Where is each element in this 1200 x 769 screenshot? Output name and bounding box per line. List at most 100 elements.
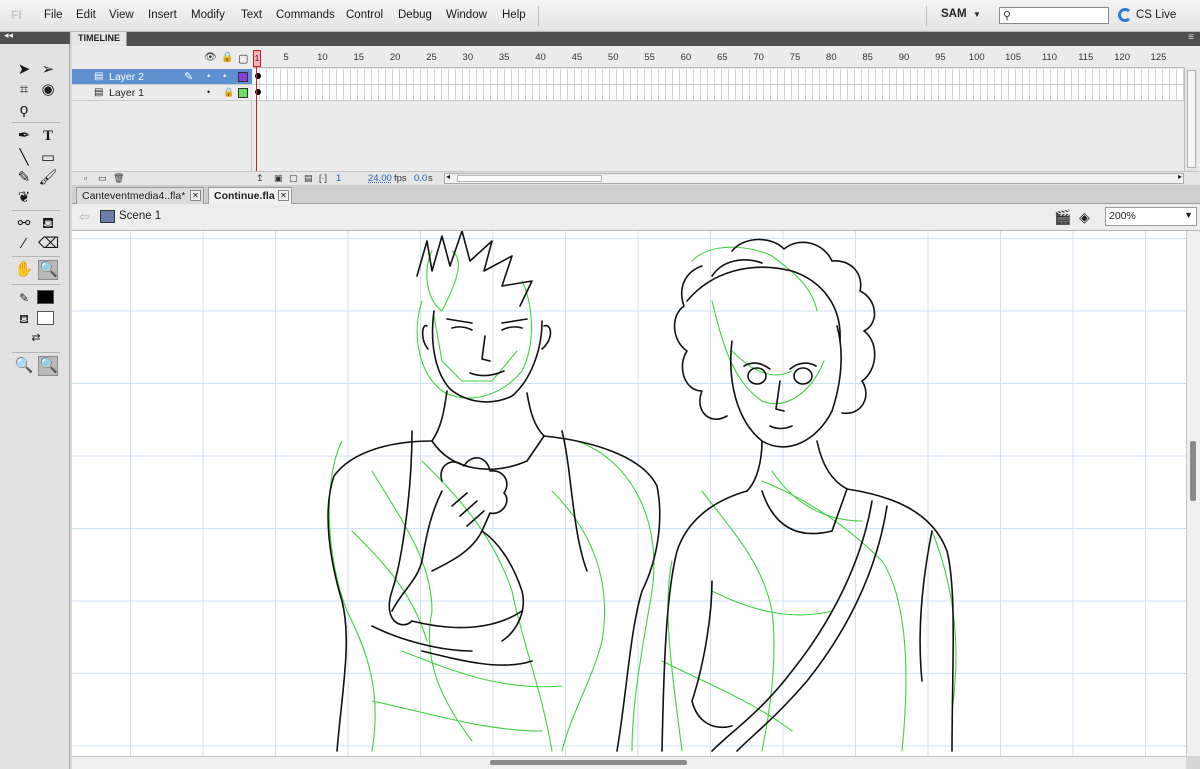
center-frame-icon[interactable]: ↥ bbox=[256, 173, 264, 184]
layer-label[interactable]: Layer 1 bbox=[109, 87, 144, 99]
hand-tool-icon[interactable]: ✋ bbox=[14, 260, 34, 280]
menu-view[interactable]: View bbox=[109, 9, 134, 21]
frame-ruler[interactable]: 5 10 15 20 25 30 35 40 45 50 55 60 65 70 75 80 85 90 95 100… bbox=[253, 48, 1185, 68]
close-icon[interactable]: ✕ bbox=[190, 190, 201, 201]
tools-divider bbox=[12, 256, 60, 257]
help-search-input[interactable]: ⚲ bbox=[999, 7, 1109, 24]
fill-color-swatch[interactable] bbox=[37, 311, 54, 325]
layer-name-cell[interactable]: ▤ Layer 2 ✎ • • bbox=[72, 69, 252, 85]
playhead[interactable]: 1 bbox=[253, 50, 261, 67]
lock-icon[interactable]: 🔒 bbox=[223, 87, 234, 98]
frame-number: 25 bbox=[426, 52, 437, 63]
free-transform-tool-icon[interactable]: ⌗ bbox=[14, 80, 34, 100]
layer-name-cell[interactable]: ▤ Layer 1 • 🔒 bbox=[72, 85, 252, 101]
paint-bucket-tool-icon[interactable]: ⛾ bbox=[38, 214, 58, 234]
layer-outline-color[interactable] bbox=[238, 88, 248, 98]
layer-label[interactable]: Layer 2 bbox=[109, 71, 144, 83]
layer-outline-color[interactable] bbox=[238, 72, 248, 82]
menu-window[interactable]: Window bbox=[446, 9, 487, 21]
lasso-tool-icon[interactable]: ϙ bbox=[14, 100, 34, 120]
edit-symbols-icon[interactable]: ◈ bbox=[1079, 209, 1090, 226]
tab-label: Canteventmedia4..fla* bbox=[82, 190, 186, 202]
layer-row[interactable]: ▤ Layer 1 • 🔒 bbox=[72, 85, 1185, 101]
eraser-tool-icon[interactable]: ⌫ bbox=[38, 234, 59, 254]
edit-multiple-frames-icon[interactable]: ▤ bbox=[304, 173, 313, 184]
menu-control[interactable]: Control bbox=[346, 9, 383, 21]
scroll-left-icon[interactable]: ◂ bbox=[446, 172, 450, 181]
menu-commands[interactable]: Commands bbox=[276, 9, 335, 21]
pen-tool-icon[interactable]: ✒ bbox=[14, 126, 34, 146]
delete-layer-icon[interactable]: 🗑 bbox=[113, 173, 124, 184]
menu-text[interactable]: Text bbox=[241, 9, 262, 21]
brush-tool-icon[interactable]: 🖌 bbox=[38, 168, 58, 188]
menu-debug[interactable]: Debug bbox=[398, 9, 432, 21]
rectangle-tool-icon[interactable]: ▭ bbox=[38, 148, 58, 168]
edit-scene-icon[interactable]: 🎬 bbox=[1054, 209, 1071, 226]
selection-tool-icon[interactable]: ➤ bbox=[14, 60, 34, 80]
text-tool-icon[interactable]: T bbox=[38, 126, 58, 146]
stage-canvas[interactable] bbox=[72, 231, 1186, 756]
menu-modify[interactable]: Modify bbox=[191, 9, 225, 21]
tab-document-canteventmedia4[interactable]: Canteventmedia4..fla* ✕ bbox=[76, 187, 204, 204]
visibility-toggle[interactable]: • bbox=[207, 87, 210, 97]
menu-insert[interactable]: Insert bbox=[148, 9, 177, 21]
tab-document-continue[interactable]: Continue.fla ✕ bbox=[208, 187, 292, 204]
3d-rotation-tool-icon[interactable]: ◉ bbox=[38, 80, 58, 100]
swap-colors-icon[interactable]: ⇄ bbox=[26, 328, 46, 348]
scrollbar-thumb[interactable] bbox=[1187, 70, 1196, 168]
current-frame[interactable]: 1 bbox=[336, 173, 341, 184]
onion-skin-icon[interactable]: ▣ bbox=[274, 173, 283, 184]
workspace-switcher[interactable]: SAM bbox=[941, 8, 967, 20]
menu-help[interactable]: Help bbox=[502, 9, 526, 21]
timeline-vertical-scrollbar[interactable] bbox=[1184, 68, 1198, 172]
chevron-down-icon[interactable]: ▼ bbox=[1184, 210, 1193, 220]
visibility-toggle[interactable]: • bbox=[207, 71, 210, 81]
outline-layers-icon[interactable]: ▢ bbox=[238, 52, 248, 65]
subselection-tool-icon[interactable]: ➢ bbox=[38, 60, 58, 80]
close-icon[interactable]: ✕ bbox=[278, 190, 289, 201]
eyedropper-tool-icon[interactable]: ⁄ bbox=[14, 234, 34, 254]
show-hide-layers-icon[interactable]: 👁 bbox=[204, 52, 217, 63]
cs-live-icon[interactable] bbox=[1118, 8, 1132, 22]
panel-menu-icon[interactable]: ≡ bbox=[1188, 32, 1194, 43]
lock-layers-icon[interactable]: 🔒 bbox=[221, 52, 233, 63]
frame-cells[interactable] bbox=[253, 85, 1185, 101]
line-tool-icon[interactable]: ╲ bbox=[14, 148, 34, 168]
menu-file[interactable]: File bbox=[44, 9, 63, 21]
layer-row[interactable]: ▤ Layer 2 ✎ • • bbox=[72, 69, 1185, 85]
scrollbar-thumb[interactable] bbox=[1190, 441, 1196, 501]
pencil-tool-icon[interactable]: ✎ bbox=[14, 168, 34, 188]
stage-horizontal-scrollbar[interactable] bbox=[72, 756, 1186, 769]
zoom-tool-icon[interactable]: 🔍 bbox=[38, 260, 58, 280]
menu-edit[interactable]: Edit bbox=[76, 9, 96, 21]
back-arrow-icon[interactable]: ⇦ bbox=[79, 209, 90, 225]
cs-live-button[interactable]: CS Live bbox=[1136, 9, 1176, 21]
scrollbar-thumb[interactable] bbox=[457, 175, 602, 182]
deco-tool-icon[interactable]: ❦ bbox=[14, 188, 34, 208]
stage-vertical-scrollbar[interactable] bbox=[1186, 231, 1200, 756]
onion-skin-outlines-icon[interactable]: ▢ bbox=[289, 173, 298, 184]
layer-icon: ▤ bbox=[94, 87, 104, 98]
chevron-down-icon[interactable]: ▼ bbox=[973, 10, 981, 19]
lock-toggle[interactable]: • bbox=[223, 71, 226, 81]
collapse-panel-icon[interactable]: ◂◂ bbox=[4, 30, 13, 41]
zoom-in-icon[interactable]: 🔍 bbox=[14, 356, 34, 376]
frame-number: 45 bbox=[571, 52, 583, 63]
tab-timeline[interactable]: TIMELINE bbox=[72, 32, 127, 46]
bone-tool-icon[interactable]: ⚯ bbox=[14, 214, 34, 234]
modify-onion-markers-icon[interactable]: [·] bbox=[319, 173, 327, 183]
new-folder-icon[interactable]: ▭ bbox=[98, 173, 107, 184]
stroke-color-icon[interactable]: ✎ bbox=[14, 288, 34, 308]
stroke-color-swatch[interactable] bbox=[37, 290, 54, 304]
zoom-select[interactable]: 200% ▼ bbox=[1105, 207, 1197, 226]
frame-number: 50 bbox=[607, 52, 619, 63]
fill-color-icon[interactable]: ⛾ bbox=[14, 309, 34, 329]
scene-breadcrumb[interactable]: Scene 1 bbox=[119, 210, 161, 222]
scrollbar-thumb[interactable] bbox=[490, 760, 687, 765]
zoom-out-icon[interactable]: 🔍 bbox=[38, 356, 58, 376]
timeline-horizontal-scrollbar[interactable]: ◂ ▸ bbox=[444, 172, 1184, 184]
scroll-right-icon[interactable]: ▸ bbox=[1178, 172, 1182, 181]
frame-rate-value[interactable]: 24.00 bbox=[368, 173, 392, 184]
new-layer-icon[interactable]: ▫ bbox=[84, 173, 87, 183]
frame-cells[interactable] bbox=[253, 69, 1185, 85]
